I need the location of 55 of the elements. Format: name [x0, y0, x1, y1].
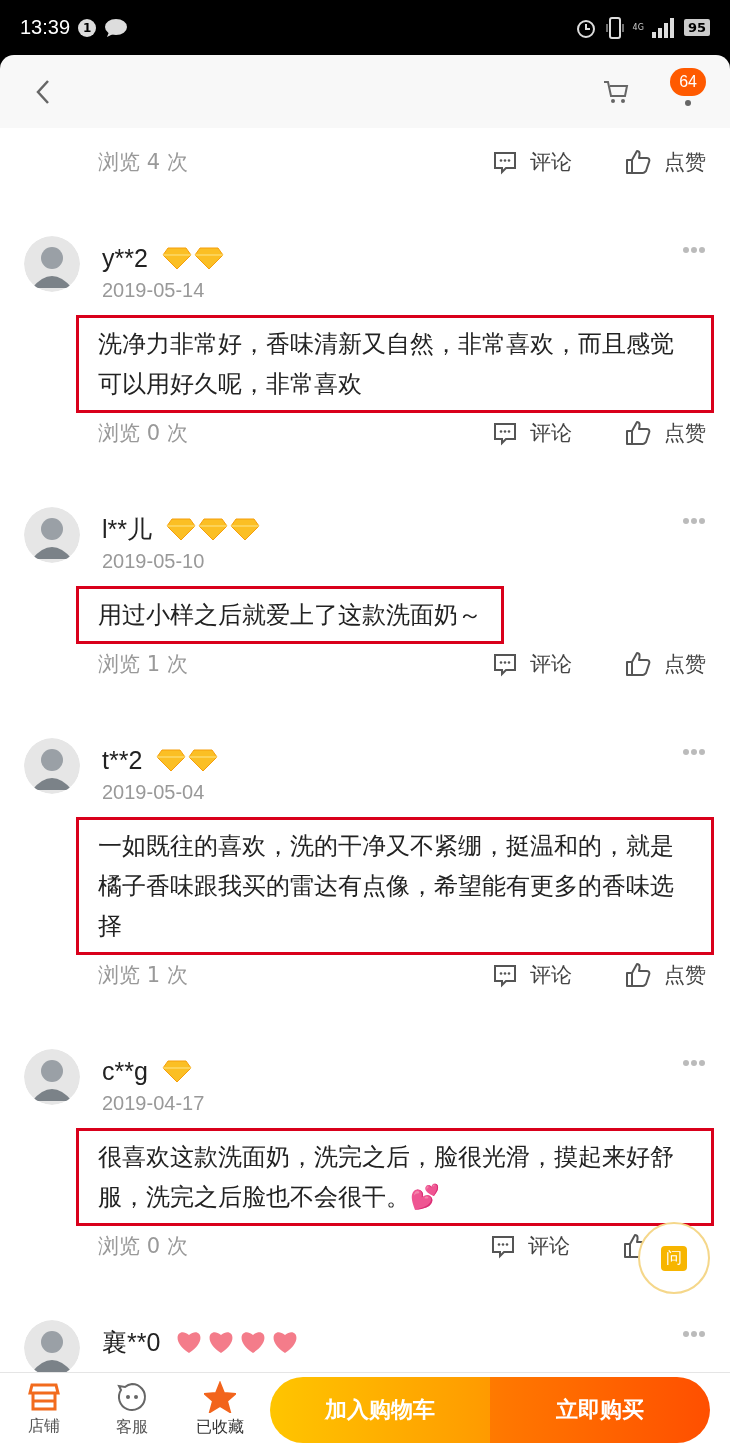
review-text: 一如既往的喜欢，洗的干净又不紧绷，挺温和的，就是橘子香味跟我买的雷达有点像，希望能有更多的香味选择	[76, 817, 714, 955]
thumbs-up-icon	[624, 148, 652, 176]
bottom-tab[interactable]: 客服	[88, 1381, 176, 1438]
message-badge: 64	[670, 67, 706, 96]
chat-bubble-icon	[104, 17, 129, 38]
review-text: 洗净力非常好，香味清新又自然，非常喜欢，而且感觉可以用好久呢，非常喜欢	[76, 315, 714, 413]
view-count: 浏览 0 次	[98, 420, 189, 447]
vibrate-icon	[604, 15, 625, 40]
like-button[interactable]: 点赞	[624, 650, 706, 678]
notification-badge: 1	[78, 18, 97, 37]
comment-icon	[492, 149, 518, 175]
comment-button[interactable]: 评论	[492, 148, 572, 176]
username: l**儿	[102, 513, 152, 545]
review-date: 2019-04-17	[102, 1091, 206, 1116]
username: y**2	[102, 243, 148, 273]
more-icon[interactable]	[685, 99, 692, 106]
avatar	[24, 507, 80, 563]
bottom-tab[interactable]: 已收藏	[176, 1381, 264, 1438]
review-date: 2019-05-14	[102, 278, 206, 303]
review-text: 很喜欢这款洗面奶，洗完之后，脸很光滑，摸起来好舒服，洗完之后脸也不会很干。💕	[76, 1128, 714, 1226]
comment-icon	[492, 651, 518, 677]
comment-button[interactable]: 评论	[492, 961, 572, 989]
chat-face-icon	[116, 1381, 148, 1413]
comment-icon	[490, 1233, 516, 1259]
username: c**g	[102, 1056, 148, 1086]
like-button[interactable]: 点赞	[624, 419, 706, 447]
username: t**2	[102, 745, 143, 775]
network-type: 4G	[632, 23, 644, 32]
status-time: 13:39	[20, 16, 71, 39]
thumbs-up-icon	[624, 650, 652, 678]
avatar	[24, 738, 80, 794]
username: 襄**0	[102, 1326, 161, 1358]
review-date: 2019-05-04	[102, 780, 206, 805]
avatar	[24, 236, 80, 292]
comment-button[interactable]: 评论	[492, 650, 572, 678]
signal-icon	[651, 17, 676, 38]
thumbs-up-icon	[624, 419, 652, 447]
comment-button[interactable]: 评论	[490, 1232, 570, 1260]
thumbs-up-icon	[624, 961, 652, 989]
review-text: 用过小样之后就爱上了这款洗面奶～	[76, 586, 504, 644]
avatar	[24, 1049, 80, 1105]
store-icon	[28, 1382, 60, 1412]
like-button[interactable]: 点赞	[624, 961, 706, 989]
battery-level: 95	[683, 19, 710, 36]
comment-button[interactable]: 评论	[492, 419, 572, 447]
view-count: 浏览 4 次	[98, 149, 189, 176]
comment-icon	[492, 962, 518, 988]
star-icon	[204, 1381, 236, 1413]
like-button[interactable]: 点赞	[624, 148, 706, 176]
view-count: 浏览 1 次	[98, 651, 189, 678]
comment-icon	[492, 420, 518, 446]
bottom-tab[interactable]: 店铺	[0, 1382, 88, 1437]
review-date: 2019-05-10	[102, 549, 206, 574]
view-count: 浏览 0 次	[98, 1233, 189, 1260]
view-count: 浏览 1 次	[98, 962, 189, 989]
